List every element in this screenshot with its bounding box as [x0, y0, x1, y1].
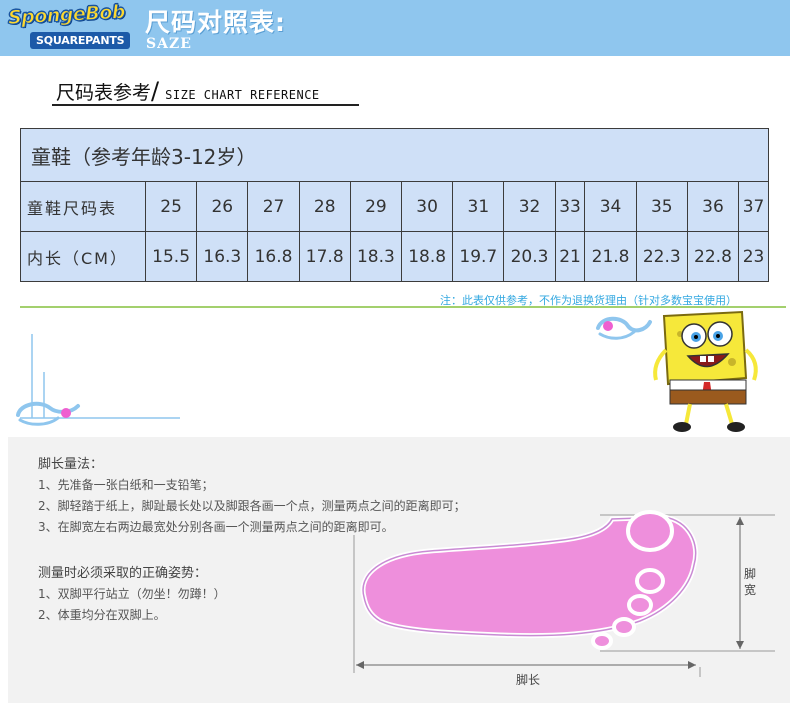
measure-step: 1、先准备一张白纸和一支铅笔；: [38, 478, 214, 492]
size-cell: 31: [452, 181, 505, 232]
posture-instructions: 测量时必须采取的正确姿势： 1、双脚平行站立（勿坐！勿蹲！） 2、体重均分在双脚…: [38, 563, 226, 626]
reference-heading: 尺码表参考/ SIZE CHART REFERENCE: [56, 77, 320, 105]
size-cell: 28: [298, 181, 351, 232]
length-cell: 16.8: [247, 231, 300, 282]
posture-step: 1、双脚平行站立（勿坐！勿蹲！）: [38, 587, 226, 601]
length-cell: 22.3: [635, 231, 688, 282]
length-cell: 18.8: [401, 231, 454, 282]
size-cell: 30: [401, 181, 454, 232]
size-cell: 36: [686, 181, 740, 232]
length-cell: 20.3: [503, 231, 556, 282]
size-cell: 26: [196, 181, 249, 232]
size-cell: 33: [554, 181, 586, 232]
length-cell: 16.3: [196, 231, 249, 282]
size-label: 童鞋尺码表: [20, 181, 146, 232]
foot-width-label: 脚宽: [743, 567, 756, 597]
size-cell: 32: [503, 181, 556, 232]
length-cell: 19.7: [452, 231, 505, 282]
length-cell: 21: [554, 231, 586, 282]
posture-heading: 测量时必须采取的正确姿势：: [38, 566, 208, 581]
length-cell: 21.8: [584, 231, 637, 282]
length-cell: 18.3: [349, 231, 403, 282]
size-cell: 37: [738, 181, 769, 232]
foot-length-label: 脚长: [516, 673, 541, 687]
corner-swirl-decoration: [16, 334, 180, 426]
length-cell: 17.8: [298, 231, 351, 282]
table-heading-row: 童鞋（参考年龄3-12岁）: [20, 128, 769, 182]
reference-underline: [52, 104, 359, 106]
header-banner: SpongeBob SQUAREPANTS 尺码对照表: SAZE: [0, 0, 790, 56]
foot-measurement-diagram: [353, 510, 775, 677]
length-label: 内长（CM）: [20, 231, 146, 282]
spongebob-logo: SpongeBob SQUAREPANTS: [4, 0, 132, 53]
size-cell: 29: [349, 181, 403, 232]
length-cell: 15.5: [144, 231, 198, 282]
table-row-sizes: 童鞋尺码表 25 26 27 28 29 30 31 32 33 34 35 3…: [20, 181, 769, 232]
page-title: 尺码对照表:: [145, 8, 286, 37]
reference-slash: /: [151, 77, 160, 105]
length-cell: 23: [738, 231, 769, 282]
table-row-lengths: 内长（CM） 15.5 16.3 16.8 17.8 18.3 18.8 19.…: [20, 231, 769, 282]
page-subtitle: SAZE: [146, 36, 192, 52]
spongebob-character: [596, 310, 758, 432]
reference-subtitle: SIZE CHART REFERENCE: [165, 88, 320, 102]
posture-step: 2、体重均分在双脚上。: [38, 608, 166, 622]
length-cell: 22.8: [686, 231, 740, 282]
size-cell: 27: [247, 181, 300, 232]
size-cell: 34: [584, 181, 637, 232]
measure-heading: 脚长量法：: [38, 457, 104, 472]
reference-title: 尺码表参考: [56, 82, 152, 104]
size-cell: 35: [635, 181, 688, 232]
logo-text-top: SpongeBob: [7, 0, 126, 30]
size-cell: 25: [144, 181, 198, 232]
table-heading: 童鞋（参考年龄3-12岁）: [20, 128, 769, 182]
logo-text-bottom: SQUAREPANTS: [30, 32, 131, 49]
size-chart-table: 童鞋（参考年龄3-12岁） 童鞋尺码表 25 26 27 28 29 30 31…: [20, 128, 769, 282]
